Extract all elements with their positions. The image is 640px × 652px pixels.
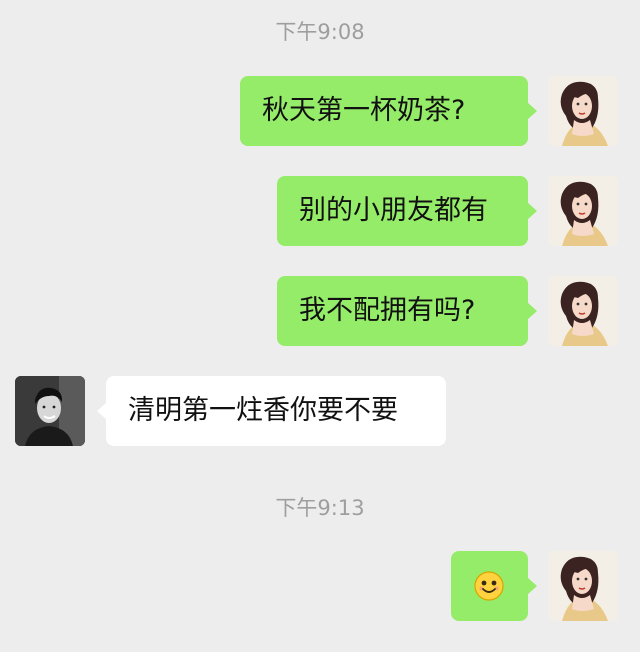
timestamp: 下午9:08 <box>275 20 365 44</box>
message-bubble-sent[interactable] <box>451 551 537 621</box>
timestamp: 下午9:13 <box>275 496 365 520</box>
message-bubble-sent[interactable]: 秋天第一杯奶茶? <box>240 76 537 146</box>
my-avatar[interactable] <box>548 276 618 346</box>
contact-avatar[interactable] <box>15 376 85 446</box>
my-avatar[interactable] <box>548 76 618 146</box>
message-bubble-sent[interactable]: 别的小朋友都有 <box>277 176 537 246</box>
smile-emoji-icon <box>474 571 504 601</box>
my-avatar[interactable] <box>548 176 618 246</box>
my-avatar[interactable] <box>548 551 618 621</box>
message-bubble-sent[interactable]: 我不配拥有吗? <box>277 276 537 346</box>
message-bubble-received[interactable]: 清明第一炷香你要不要 <box>97 376 446 446</box>
